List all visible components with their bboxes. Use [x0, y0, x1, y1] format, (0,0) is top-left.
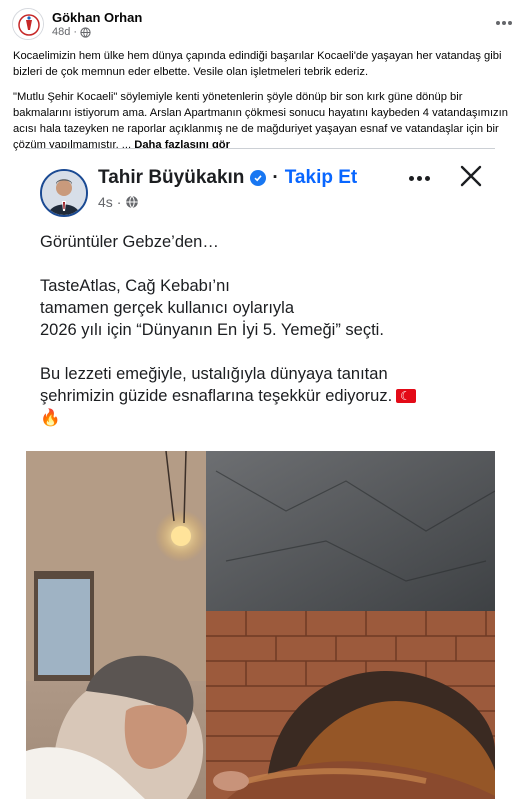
embedded-author-name[interactable]: Tahir Büyükakın: [98, 167, 244, 189]
more-options-button[interactable]: [493, 12, 515, 34]
turkey-flag-icon: [396, 385, 417, 407]
meta-separator: ·: [73, 26, 78, 38]
embedded-line-with-flag: şehrimizin güzide esnaflarına teşekkür e…: [40, 385, 490, 407]
follow-button[interactable]: Takip Et: [285, 167, 358, 189]
embedded-line: TasteAtlas, Cağ Kebabı’nı: [40, 277, 230, 295]
verified-badge-icon: [250, 170, 267, 186]
post-text: Kocaelimizin hem ülke hem dünya çapında …: [13, 48, 518, 162]
more-horizontal-icon: [496, 21, 500, 25]
fire-emoji: 🔥: [40, 409, 61, 427]
embedded-more-button[interactable]: [404, 171, 434, 185]
post-header: Gökhan Orhan 48d ·: [0, 0, 531, 44]
post-paragraph-1: Kocaelimizin hem ülke hem dünya çapında …: [13, 50, 502, 78]
post-paragraph-2-text: "Mutlu Şehir Kocaeli" söylemiyle kenti y…: [13, 91, 508, 151]
author-avatar[interactable]: [12, 8, 44, 40]
facebook-post: Gökhan Orhan 48d · Kocaelimizin hem ülke…: [0, 0, 531, 799]
embedded-meta: 4s ·: [98, 194, 139, 210]
post-time[interactable]: 48d: [52, 26, 70, 38]
embedded-line: Bu lezzeti emeğiyle, ustalığıyla dünyaya…: [40, 365, 388, 383]
video-frame[interactable]: [26, 451, 495, 799]
embedded-meta-separator: ·: [116, 194, 122, 210]
author-name[interactable]: Gökhan Orhan: [52, 10, 142, 25]
close-icon[interactable]: [458, 163, 484, 189]
embedded-author-line: Tahir Büyükakın · Takip Et: [98, 167, 357, 189]
embedded-line: şehrimizin güzide esnaflarına teşekkür e…: [40, 387, 393, 405]
embedded-line: tamamen gerçek kullanıcı oylarıyla: [40, 299, 295, 317]
embedded-dot: ·: [272, 167, 279, 188]
embedded-time[interactable]: 4s: [98, 194, 113, 210]
embedded-line: Görüntüler Gebze’den…: [40, 233, 219, 251]
embedded-author-avatar: [40, 169, 88, 217]
globe-icon: [80, 26, 91, 38]
globe-icon: [126, 195, 139, 209]
embedded-line: 2026 yılı için “Dünyanın En İyi 5. Yemeğ…: [40, 321, 384, 339]
embedded-screenshot[interactable]: Tahir Büyükakın · Takip Et 4s · Görüntül…: [26, 148, 495, 799]
video-still-image: [26, 451, 495, 799]
embedded-header: Tahir Büyükakın · Takip Et 4s ·: [26, 149, 495, 219]
more-horizontal-icon: [408, 175, 414, 181]
embedded-text: Görüntüler Gebze’den… TasteAtlas, Cağ Ke…: [40, 231, 490, 429]
post-paragraph-2: "Mutlu Şehir Kocaeli" söylemiyle kenti y…: [13, 89, 518, 153]
post-meta: 48d ·: [52, 26, 91, 38]
